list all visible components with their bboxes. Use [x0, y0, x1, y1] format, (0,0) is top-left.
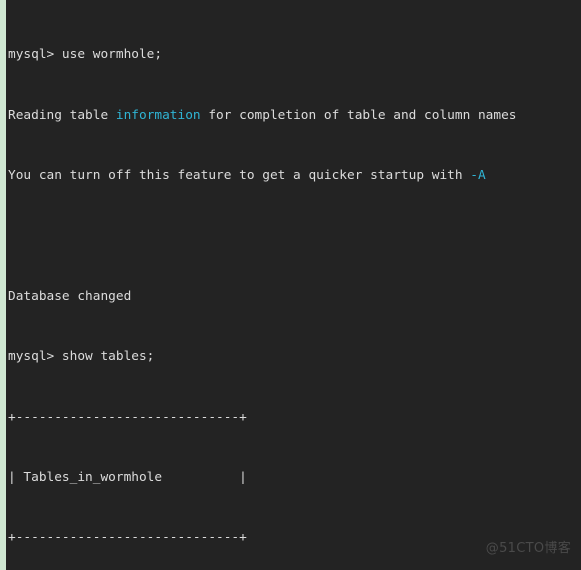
- status-text: Database changed: [8, 288, 132, 304]
- watermark: @51CTO博客: [485, 540, 571, 556]
- terminal-line-command-show-tables: mysql> show tables;: [8, 349, 581, 364]
- terminal-screen[interactable]: mysql> use wormhole; Reading table infor…: [8, 2, 581, 570]
- command-text-2: mysql> show tables;: [8, 349, 155, 365]
- notice-prefix: Reading table: [8, 107, 116, 123]
- notice-highlight-flag-a: -A: [470, 168, 486, 184]
- notice2-prefix: You can turn off this feature to get a q…: [8, 168, 471, 184]
- terminal-line-database-changed: Database changed: [8, 289, 581, 304]
- terminal-window: mysql> use wormhole; Reading table infor…: [0, 0, 581, 570]
- table-header-row: | Tables_in_wormhole |: [8, 469, 247, 485]
- notice-suffix: for completion of table and column names: [200, 107, 517, 123]
- terminal-line-turnoff-notice: You can turn off this feature to get a q…: [8, 168, 581, 183]
- terminal-line-reading-table-notice: Reading table information for completion…: [8, 108, 581, 123]
- notice-highlight-information: information: [115, 107, 201, 123]
- terminal-left-accent-strip: [0, 0, 6, 570]
- command-text: mysql> use wormhole;: [8, 47, 163, 63]
- terminal-line-command-use-wormhole: mysql> use wormhole;: [8, 47, 581, 62]
- table-border-top: +-----------------------------+: [8, 409, 247, 425]
